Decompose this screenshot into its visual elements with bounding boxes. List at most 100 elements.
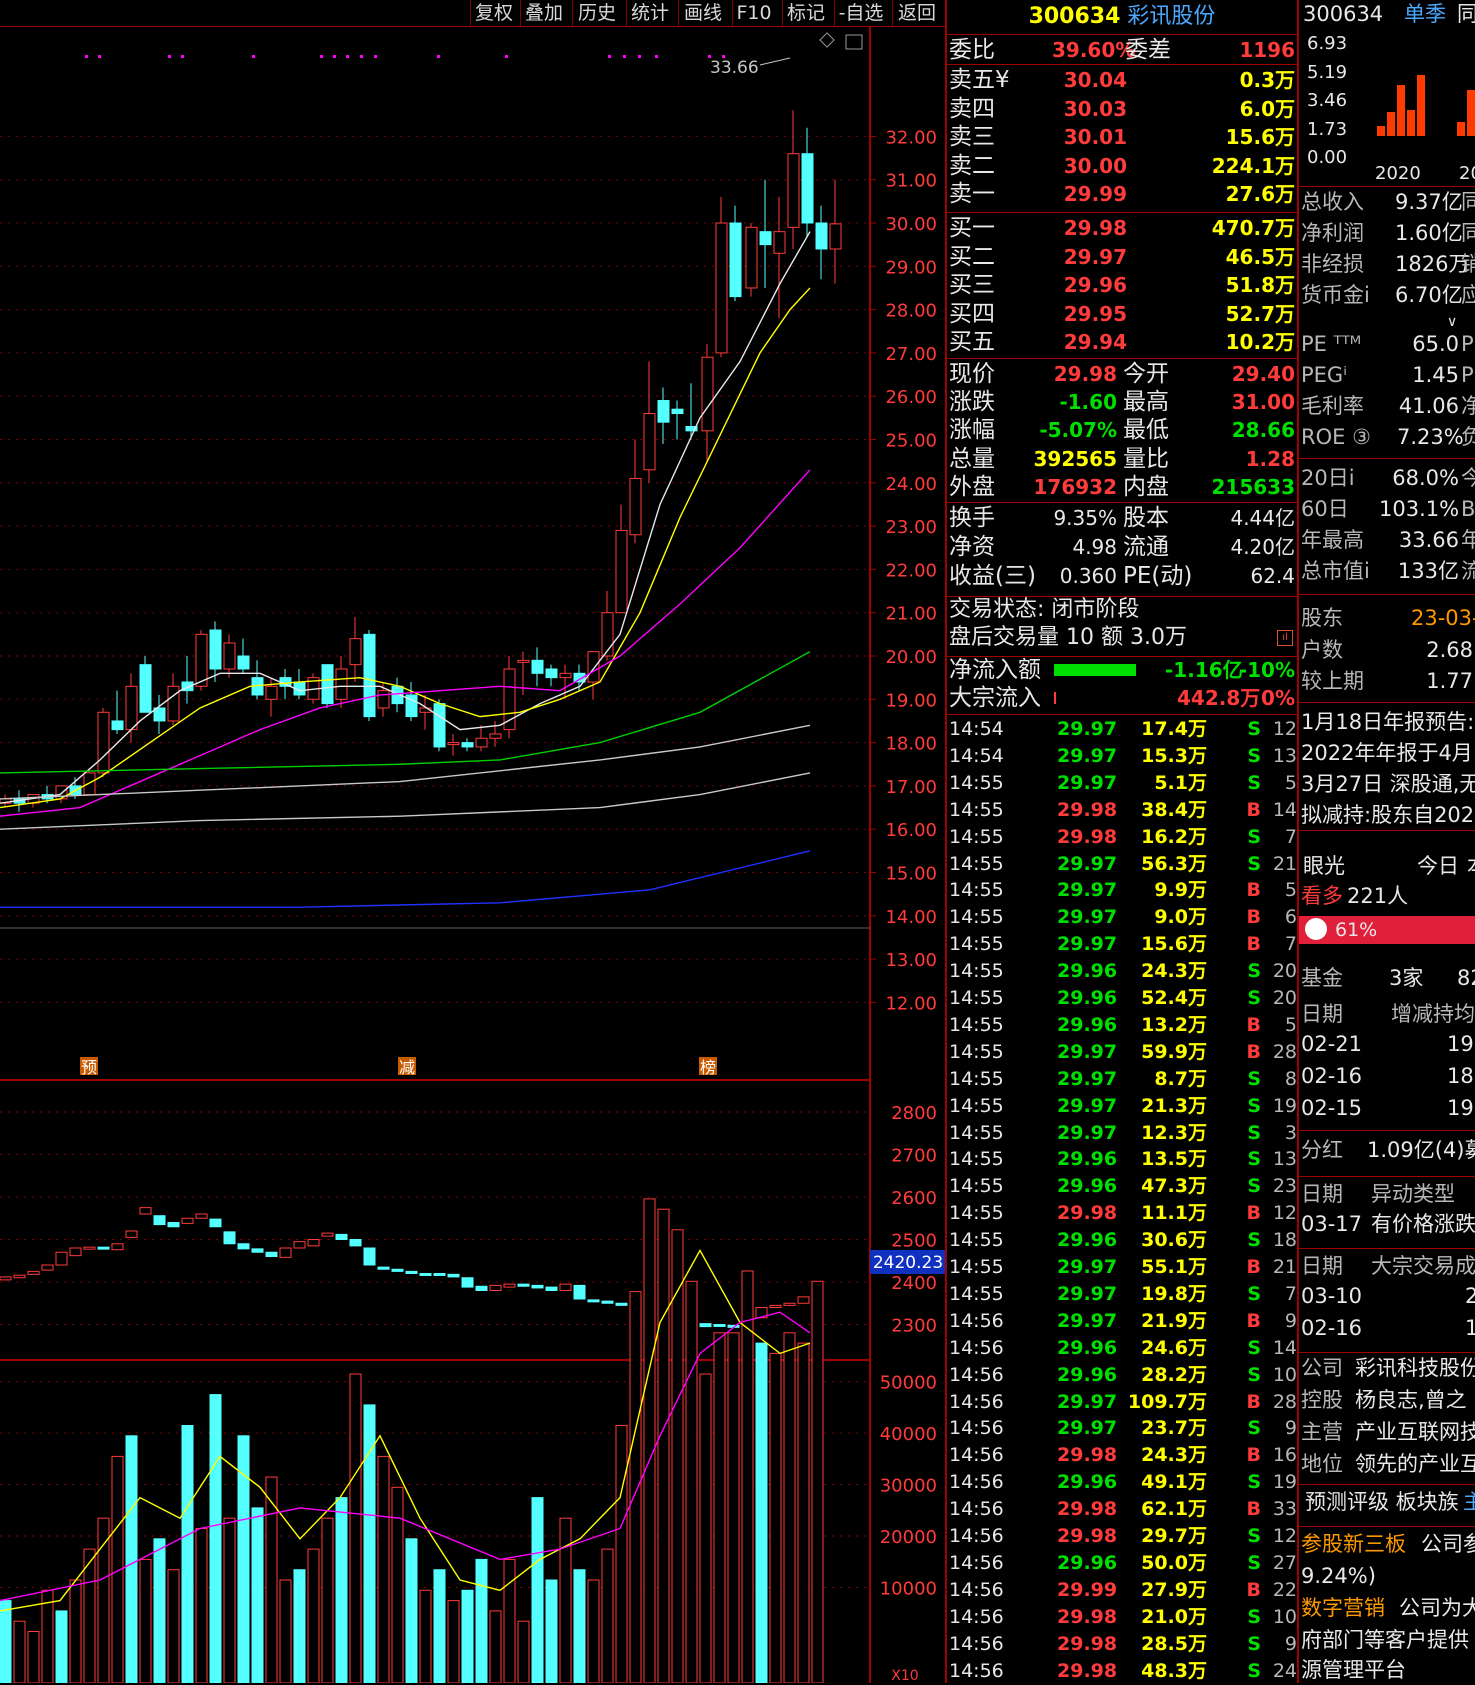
vol-axis-label: 10000 xyxy=(880,1579,937,1600)
volume-bar xyxy=(475,1558,488,1683)
tick-count: 5 xyxy=(1284,771,1297,794)
tick-time: 14:55 xyxy=(949,1229,1004,1252)
tick-time: 14:55 xyxy=(949,933,1004,956)
tick-row[interactable]: 14:55 29.97 59.9万 B 28 xyxy=(949,1039,1297,1066)
tick-row[interactable]: 14:56 29.98 24.3万 B 16 xyxy=(949,1442,1297,1469)
tick-time: 14:55 xyxy=(949,987,1004,1009)
kline-chart[interactable]: 32.00 31.00 30.00 29.00 28.00 27.00 26.00 25.00… xyxy=(0,0,945,1683)
tick-price: 29.97 xyxy=(1057,1417,1118,1440)
tick-row[interactable]: 14:56 29.96 28.2万 S 10 xyxy=(949,1362,1297,1389)
bullish-count: 221人 xyxy=(1347,884,1409,908)
tick-row[interactable]: 14:56 29.96 50.0万 S 27 xyxy=(949,1550,1297,1577)
fin-divider xyxy=(1299,1352,1475,1353)
candle-body xyxy=(701,356,714,432)
price-axis-label: 28.00 xyxy=(885,301,937,322)
tick-count: 23 xyxy=(1272,1175,1297,1198)
tick-volume: 24.3万 xyxy=(1141,1444,1207,1467)
tick-row[interactable]: 14:55 29.97 55.1万 B 21 xyxy=(949,1254,1297,1281)
tick-side: S xyxy=(1247,1094,1261,1117)
tick-row[interactable]: 14:56 29.97 109.7万 B 28 xyxy=(949,1389,1297,1416)
tick-row[interactable]: 14:55 29.96 52.4万 S 20 xyxy=(949,985,1297,1012)
tick-row[interactable]: 14:54 29.97 17.4万 S 12 xyxy=(949,716,1297,743)
bar-chart-icon[interactable]: ıl xyxy=(1277,630,1293,646)
tick-row[interactable]: 14:56 29.96 24.6万 S 14 xyxy=(949,1335,1297,1362)
block-inflow-label: 大宗流入 xyxy=(949,685,1041,711)
tick-row[interactable]: 14:55 29.97 15.6万 B 7 xyxy=(949,931,1297,958)
mid-candle xyxy=(797,1296,810,1304)
ma30-line xyxy=(0,651,811,774)
candle-body xyxy=(335,668,348,700)
tick-volume: 48.3万 xyxy=(1141,1659,1207,1682)
tick-price: 29.97 xyxy=(1057,852,1118,875)
tick-row[interactable]: 14:55 29.97 5.1万 S 5 xyxy=(949,770,1297,797)
tick-side: S xyxy=(1247,1121,1261,1144)
mid-candle xyxy=(475,1285,488,1291)
tick-price: 29.98 xyxy=(1057,1444,1118,1467)
tick-row[interactable]: 14:55 29.96 13.5万 S 13 xyxy=(949,1146,1297,1173)
concept-tag-2: 数字营销 xyxy=(1301,1596,1385,1620)
panel-toggle-icon[interactable] xyxy=(845,34,863,50)
tick-row[interactable]: 14:55 29.97 9.0万 B 6 xyxy=(949,904,1297,931)
tick-volume: 17.4万 xyxy=(1141,718,1207,740)
tick-row[interactable]: 14:55 29.98 38.4万 B 14 xyxy=(949,797,1297,824)
tick-row[interactable]: 14:55 29.96 47.3万 S 23 xyxy=(949,1173,1297,1200)
tick-time: 14:55 xyxy=(949,1067,1004,1090)
tick-row[interactable]: 14:56 29.99 27.9万 B 22 xyxy=(949,1577,1297,1604)
tick-row[interactable]: 14:56 29.96 49.1万 S 19 xyxy=(949,1469,1297,1496)
tick-time: 14:56 xyxy=(949,1605,1004,1628)
thumbs-up-icon xyxy=(1305,918,1327,940)
tick-row[interactable]: 14:55 29.96 30.6万 S 18 xyxy=(949,1227,1297,1254)
fin-divider xyxy=(1299,830,1475,831)
tick-price: 29.97 xyxy=(1057,1282,1118,1305)
price-axis-label: 27.00 xyxy=(885,344,937,365)
eye-label: 眼光 xyxy=(1303,854,1345,878)
tick-count: 19 xyxy=(1272,1471,1297,1494)
tick-count: 21 xyxy=(1272,1256,1297,1278)
tick-row[interactable]: 14:54 29.97 15.3万 S 13 xyxy=(949,743,1297,770)
tick-price: 29.96 xyxy=(1057,1175,1118,1198)
tick-row[interactable]: 14:56 29.98 29.7万 S 12 xyxy=(949,1523,1297,1550)
mid-axis-label: 2800 xyxy=(891,1103,937,1124)
tick-row[interactable]: 14:55 29.97 8.7万 S 8 xyxy=(949,1066,1297,1093)
fin-metric-suffix: P xyxy=(1461,332,1474,356)
price-axis-label: 23.00 xyxy=(885,517,937,538)
price-axis-label: 19.00 xyxy=(885,690,937,711)
mid-candle xyxy=(181,1217,194,1224)
ask-1-price: 29.99 xyxy=(1063,182,1127,206)
quote-header: 300634 彩讯股份 xyxy=(947,0,1297,34)
tick-row[interactable]: 14:56 29.97 21.9万 B 9 xyxy=(949,1308,1297,1335)
tick-row[interactable]: 14:56 29.98 21.0万 S 10 xyxy=(949,1604,1297,1631)
volume-bar xyxy=(741,1270,754,1683)
tick-price: 29.96 xyxy=(1057,1551,1118,1574)
tick-row[interactable]: 14:55 29.97 9.9万 B 5 xyxy=(949,877,1297,904)
tick-side: B xyxy=(1246,1390,1261,1413)
tick-row[interactable]: 14:55 29.96 24.3万 S 20 xyxy=(949,958,1297,985)
tick-row[interactable]: 14:55 29.97 19.8万 S 7 xyxy=(949,1281,1297,1308)
tick-row[interactable]: 14:56 29.98 62.1万 B 33 xyxy=(949,1496,1297,1523)
tick-row[interactable]: 14:55 29.97 56.3万 S 21 xyxy=(949,851,1297,878)
tick-count: 5 xyxy=(1284,1013,1297,1036)
tick-row[interactable]: 14:55 29.96 13.2万 B 5 xyxy=(949,1012,1297,1039)
candles[interactable] xyxy=(0,110,842,812)
diamond-icon[interactable] xyxy=(819,32,835,48)
signal-dot xyxy=(374,55,377,58)
tick-price: 29.97 xyxy=(1057,771,1118,794)
tick-row[interactable]: 14:56 29.97 23.7万 S 9 xyxy=(949,1415,1297,1442)
candle-body xyxy=(587,651,600,683)
eye-value: 本 xyxy=(1467,852,1475,880)
candle-body xyxy=(475,737,488,748)
tick-side: S xyxy=(1247,1605,1261,1628)
tick-row[interactable]: 14:56 29.98 28.5万 S 9 xyxy=(949,1631,1297,1658)
signal-dot xyxy=(608,55,611,58)
tick-row[interactable]: 14:56 29.98 48.3万 S 24 xyxy=(949,1658,1297,1685)
stat-label: 总量 xyxy=(949,445,995,472)
tick-row[interactable]: 14:55 29.97 12.3万 S 3 xyxy=(949,1120,1297,1147)
tick-row[interactable]: 14:55 29.98 16.2万 S 7 xyxy=(949,824,1297,851)
tick-side: S xyxy=(1247,1148,1261,1171)
kline-chart-area[interactable]: 复权 叠加 历史 统计 画线 F10 标记 -自选 返回 32.00 31.00 30.00 29.0… xyxy=(0,0,945,1683)
tick-row[interactable]: 14:55 29.97 21.3万 S 19 xyxy=(949,1093,1297,1120)
volume-bar xyxy=(335,1497,348,1683)
tick-row[interactable]: 14:55 29.98 11.1万 B 12 xyxy=(949,1200,1297,1227)
signal-dot xyxy=(623,55,626,58)
candle-body xyxy=(447,742,460,746)
